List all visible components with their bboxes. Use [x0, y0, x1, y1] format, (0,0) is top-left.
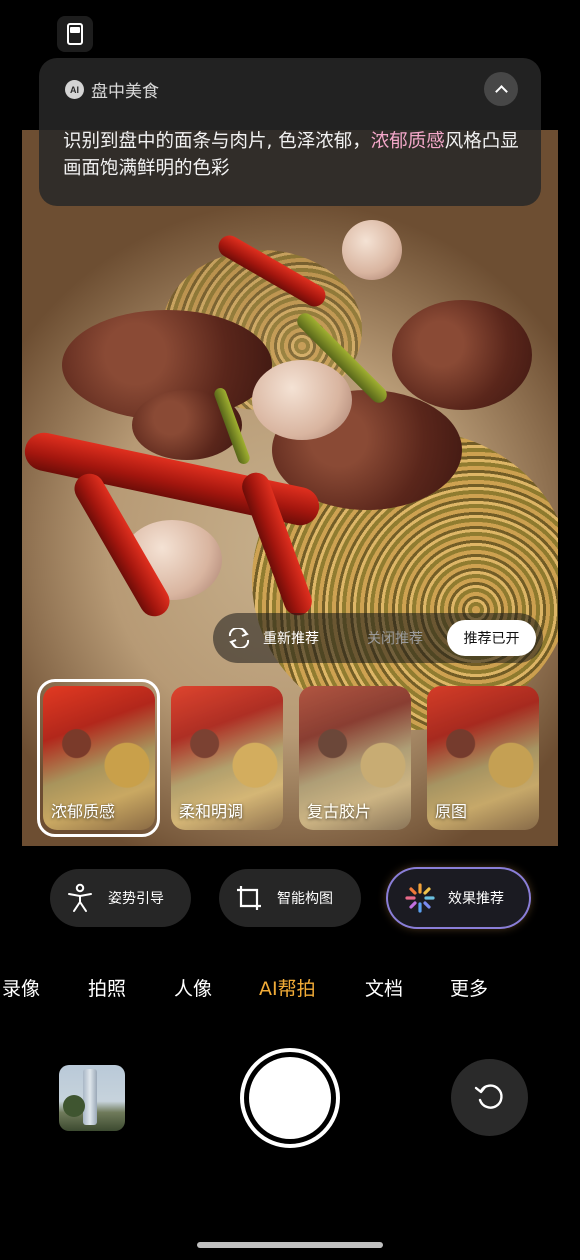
filter-thumb-retro[interactable]: 复古胶片	[299, 686, 411, 830]
ai-badge-icon: AI	[65, 80, 84, 99]
mode-document[interactable]: 文档	[365, 974, 403, 1001]
collapse-button[interactable]	[484, 72, 518, 106]
mode-portrait[interactable]: 人像	[174, 974, 212, 1001]
filter-label: 原图	[435, 802, 468, 821]
sparkle-icon	[405, 883, 435, 913]
rotate-camera-icon	[472, 1078, 508, 1118]
ai-description-text: 识别到盘中的面条与肉片, 色泽浓郁，	[63, 131, 371, 152]
person-pose-icon	[65, 883, 95, 913]
effect-recommend-button[interactable]: 效果推荐	[388, 869, 529, 927]
effect-recommend-label: 效果推荐	[448, 891, 504, 907]
shutter-inner	[249, 1057, 331, 1139]
camera-mode-icon[interactable]	[57, 16, 93, 52]
ai-description-highlight: 浓郁质感	[370, 131, 445, 152]
mode-photo[interactable]: 拍照	[88, 974, 126, 1001]
recommend-bar: 重新推荐 关闭推荐 推荐已开	[213, 613, 543, 663]
onion-piece	[342, 220, 402, 280]
refresh-recommend-label: 重新推荐	[263, 631, 319, 647]
switch-camera-button[interactable]	[451, 1059, 528, 1136]
ai-scene-title: 盘中美食	[91, 82, 159, 102]
smart-composition-label: 智能构图	[277, 891, 333, 907]
onion-piece	[252, 360, 352, 440]
mode-video[interactable]: 录像	[2, 974, 40, 1001]
refresh-recommend-button[interactable]: 重新推荐	[227, 613, 319, 663]
ai-scene-card: AI 盘中美食 识别到盘中的面条与肉片, 色泽浓郁，浓郁质感风格凸显画面饱满鲜明…	[39, 58, 541, 206]
refresh-icon	[227, 628, 251, 648]
camera-mode-switcher: 录像 拍照 人像 AI帮拍 文档 更多	[0, 974, 580, 1002]
home-indicator[interactable]	[197, 1242, 383, 1248]
filter-selection-frame	[37, 679, 160, 837]
mode-ai-assist[interactable]: AI帮拍	[259, 974, 316, 1001]
ai-scene-description: 识别到盘中的面条与肉片, 色泽浓郁，浓郁质感风格凸显画面饱满鲜明的色彩	[63, 128, 519, 182]
filter-label: 柔和明调	[179, 802, 244, 821]
recommend-on-toggle[interactable]: 推荐已开	[447, 620, 536, 656]
gallery-thumbnail[interactable]	[59, 1065, 125, 1131]
smart-composition-button[interactable]: 智能构图	[219, 869, 361, 927]
filter-thumb-soft[interactable]: 柔和明调	[171, 686, 283, 830]
chevron-up-icon	[494, 84, 508, 98]
pose-guide-label: 姿势引导	[108, 891, 164, 907]
mode-more[interactable]: 更多	[450, 974, 488, 1001]
shutter-button[interactable]	[240, 1048, 340, 1148]
pose-guide-button[interactable]: 姿势引导	[50, 869, 191, 927]
filter-label: 复古胶片	[307, 802, 372, 821]
meat-slice	[392, 300, 532, 410]
crop-icon	[234, 883, 264, 913]
gallery-thumbnail-tower	[83, 1069, 97, 1125]
filter-thumb-original[interactable]: 原图	[427, 686, 539, 830]
gallery-thumbnail-tree	[63, 1095, 85, 1117]
close-recommend-button[interactable]: 关闭推荐	[367, 628, 423, 648]
